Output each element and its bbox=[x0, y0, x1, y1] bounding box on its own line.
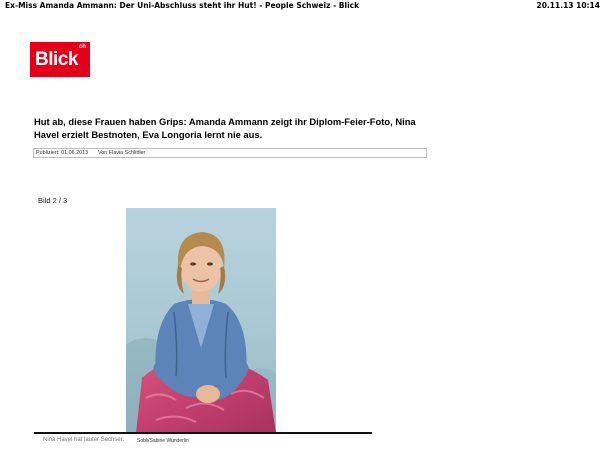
author-byline: Von Flavia Schlittler bbox=[98, 150, 146, 156]
blick-logo[interactable]: Blick ch bbox=[30, 42, 90, 77]
logo-suffix: ch bbox=[78, 44, 86, 50]
photo-caption: Nina Havel hat lauter Sechser. bbox=[43, 437, 125, 443]
print-header: Ex-Miss Amanda Ammann: Der Uni-Abschluss… bbox=[0, 0, 604, 12]
photo-credit: Sobli/Sabine Wunderlin bbox=[137, 438, 189, 444]
print-datetime: 20.11.13 10:14 bbox=[536, 1, 601, 10]
article-headline: Hut ab, diese Frauen haben Grips: Amanda… bbox=[34, 116, 416, 140]
print-page-title: Ex-Miss Amanda Ammann: Der Uni-Abschluss… bbox=[5, 1, 360, 10]
article-photo bbox=[126, 208, 276, 433]
logo-text: Blick bbox=[35, 49, 78, 70]
caption-divider bbox=[34, 432, 372, 434]
publish-date: Publiziert: 01.06.2013 bbox=[36, 150, 89, 156]
gallery-counter: Bild 2 / 3 bbox=[38, 196, 68, 205]
article-meta: Publiziert: 01.06.2013 Von Flavia Schlit… bbox=[33, 148, 427, 158]
